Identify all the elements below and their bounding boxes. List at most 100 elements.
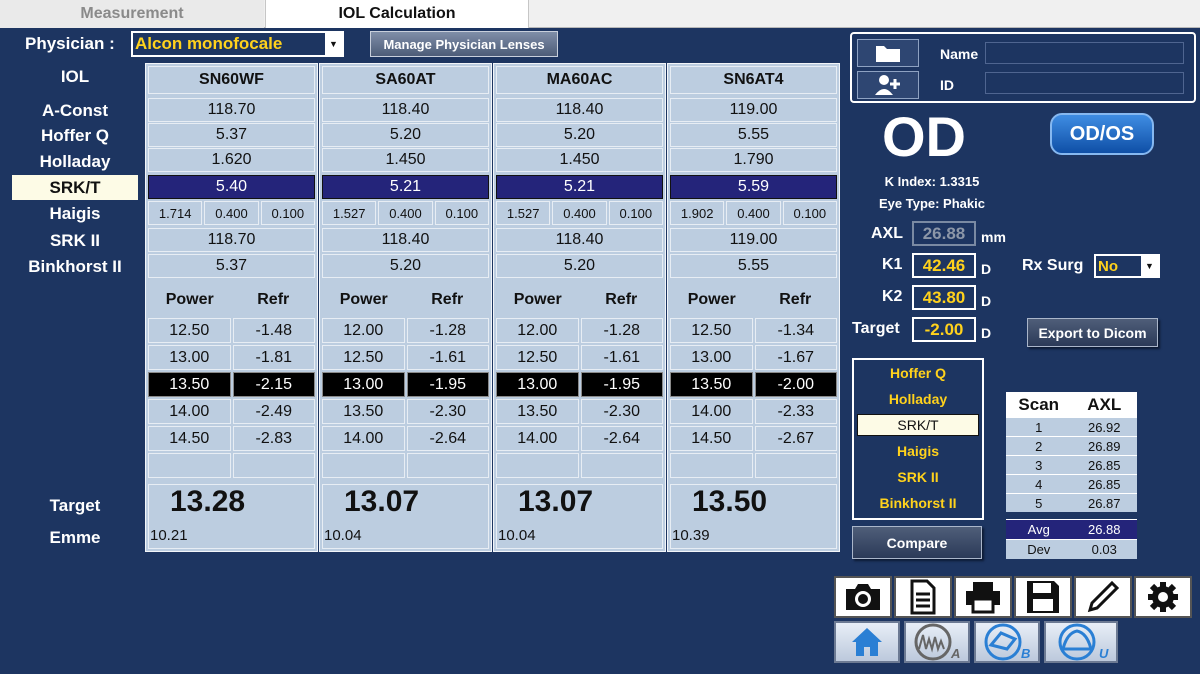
- table-row[interactable]: 12.00 -1.28: [322, 318, 489, 343]
- formula-item-srk2[interactable]: SRK II: [857, 466, 979, 488]
- formula-list: Hoffer Q Holladay SRK/T Haigis SRK II Bi…: [852, 358, 984, 520]
- iol-power: 14.00: [496, 426, 579, 451]
- b-scan-button[interactable]: B: [974, 621, 1040, 663]
- od-os-toggle-button[interactable]: OD/OS: [1050, 113, 1154, 155]
- table-row[interactable]: 13.50 -2.15: [148, 372, 315, 397]
- table-row[interactable]: 12.50 -1.48: [148, 318, 315, 343]
- hoffer-q-value: 5.20: [496, 123, 663, 147]
- pencil-icon: [1087, 580, 1120, 613]
- formula-item-holladay[interactable]: Holladay: [857, 388, 979, 410]
- iol-power: 14.50: [148, 426, 231, 451]
- formula-item-binkhorst[interactable]: Binkhorst II: [857, 492, 979, 514]
- formula-item-hoffer-q[interactable]: Hoffer Q: [857, 362, 979, 384]
- lens-name[interactable]: SA60AT: [322, 66, 489, 94]
- print-button[interactable]: [954, 576, 1012, 618]
- target-refraction-label: Target: [852, 320, 900, 337]
- iol-power: 12.50: [322, 345, 405, 370]
- save-button[interactable]: [1014, 576, 1072, 618]
- target-iol-power: 13.50: [692, 485, 768, 518]
- scan-table-header: Scan AXL: [1006, 392, 1137, 417]
- eye-side-indicator: OD: [882, 105, 966, 168]
- table-row[interactable]: 13.00 -1.67: [670, 345, 837, 370]
- empty-cell: [496, 453, 579, 478]
- table-row[interactable]: 14.00 -2.64: [322, 426, 489, 451]
- add-user-icon: [875, 75, 900, 95]
- table-row[interactable]: 13.00 -1.81: [148, 345, 315, 370]
- table-row[interactable]: 14.00 -2.49: [148, 399, 315, 424]
- a-scan-icon: A: [914, 623, 960, 661]
- table-row[interactable]: 13.00 -1.95: [496, 372, 663, 397]
- empty-cell: [148, 453, 231, 478]
- manage-physician-lenses-button[interactable]: Manage Physician Lenses: [370, 31, 558, 57]
- home-button[interactable]: [834, 621, 900, 663]
- srk2-value: 119.00: [670, 228, 837, 252]
- k2-field[interactable]: 43.80: [912, 285, 976, 310]
- table-row[interactable]: 14.50 -2.67: [670, 426, 837, 451]
- iol-power: 14.00: [322, 426, 405, 451]
- table-row[interactable]: 5 26.87: [1006, 493, 1137, 512]
- table-row[interactable]: 13.50 -2.30: [322, 399, 489, 424]
- power-refr-header: Power Refr: [322, 286, 489, 314]
- haigis-constant: 0.100: [434, 201, 489, 225]
- physician-select[interactable]: Alcon monofocale ▼: [131, 31, 344, 57]
- lens-name[interactable]: SN60WF: [148, 66, 315, 94]
- table-row[interactable]: 12.50 -1.61: [496, 345, 663, 370]
- rx-surg-select[interactable]: No ▼: [1094, 254, 1160, 278]
- refraction: -2.33: [754, 399, 837, 424]
- patient-id-field[interactable]: [985, 72, 1184, 94]
- table-row[interactable]: 3 26.85: [1006, 455, 1137, 474]
- chevron-down-icon[interactable]: ▼: [325, 33, 342, 55]
- table-row[interactable]: 13.00 -1.95: [322, 372, 489, 397]
- compare-button[interactable]: Compare: [852, 526, 982, 559]
- refraction: -2.64: [406, 426, 489, 451]
- refraction: -1.67: [754, 345, 837, 370]
- lens-name[interactable]: MA60AC: [496, 66, 663, 94]
- haigis-constant: 0.400: [204, 201, 259, 225]
- edit-button[interactable]: [1074, 576, 1132, 618]
- tab-iol-calculation[interactable]: IOL Calculation: [265, 0, 529, 28]
- table-row[interactable]: 12.50 -1.34: [670, 318, 837, 343]
- u-scan-button[interactable]: U: [1044, 621, 1118, 663]
- a-scan-button[interactable]: A: [904, 621, 970, 663]
- formula-item-haigis[interactable]: Haigis: [857, 440, 979, 462]
- table-row[interactable]: 14.00 -2.64: [496, 426, 663, 451]
- table-row[interactable]: 14.00 -2.33: [670, 399, 837, 424]
- refraction: -2.67: [754, 426, 837, 451]
- refr-header: Refr: [431, 291, 464, 308]
- report-button[interactable]: [894, 576, 952, 618]
- gear-icon: [1148, 582, 1178, 612]
- table-row[interactable]: 12.50 -1.61: [322, 345, 489, 370]
- a-const-value: 118.40: [322, 98, 489, 122]
- empty-cell: [670, 453, 753, 478]
- table-row[interactable]: 14.50 -2.83: [148, 426, 315, 451]
- table-row[interactable]: 4 26.85: [1006, 474, 1137, 493]
- b-scan-icon: B: [984, 623, 1030, 661]
- add-patient-button[interactable]: [857, 71, 919, 99]
- haigis-constant: 0.400: [552, 201, 607, 225]
- k1-field[interactable]: 42.46: [912, 253, 976, 278]
- table-row[interactable]: 1 26.92: [1006, 417, 1137, 436]
- scan-axl: 26.85: [1087, 476, 1121, 492]
- open-folder-button[interactable]: [857, 39, 919, 67]
- lens-name[interactable]: SN6AT4: [670, 66, 837, 94]
- row-label-srkt[interactable]: SRK/T: [12, 175, 138, 200]
- table-row[interactable]: 12.00 -1.28: [496, 318, 663, 343]
- emmetropia-power: 10.39: [672, 527, 710, 544]
- chevron-down-icon[interactable]: ▼: [1141, 256, 1158, 276]
- srkt-value: 5.21: [496, 175, 663, 199]
- patient-name-field[interactable]: [985, 42, 1184, 64]
- row-label-holladay: Holladay: [39, 152, 111, 171]
- refraction: -1.61: [580, 345, 663, 370]
- settings-button[interactable]: [1134, 576, 1192, 618]
- table-row[interactable]: 13.50 -2.00: [670, 372, 837, 397]
- table-row[interactable]: 13.50 -2.30: [496, 399, 663, 424]
- export-to-dicom-button[interactable]: Export to Dicom: [1027, 318, 1158, 347]
- target-refraction-field[interactable]: -2.00: [912, 317, 976, 342]
- power-refr-header: Power Refr: [496, 286, 663, 314]
- table-row[interactable]: 2 26.89: [1006, 436, 1137, 455]
- formula-item-srkt[interactable]: SRK/T: [857, 414, 979, 436]
- iol-power: 14.00: [670, 399, 753, 424]
- tab-measurement[interactable]: Measurement: [0, 0, 264, 28]
- camera-button[interactable]: [834, 576, 892, 618]
- refraction: -2.30: [580, 399, 663, 424]
